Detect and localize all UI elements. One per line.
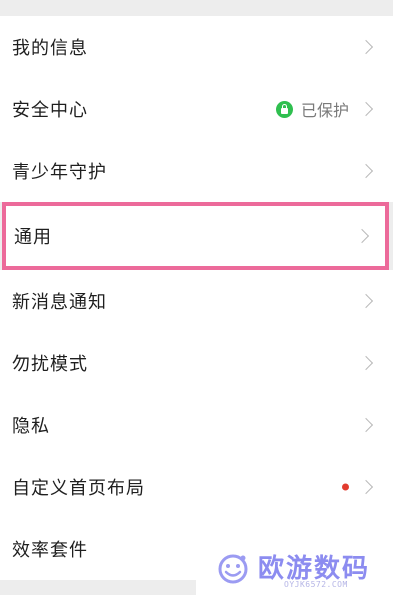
- chevron-right-icon: [358, 479, 374, 495]
- menu-item-custom-home-layout[interactable]: 自定义首页布局: [0, 456, 393, 518]
- chevron-right-icon: [354, 228, 370, 244]
- chevron-right-icon: [358, 417, 374, 433]
- menu-item-label: 勿扰模式: [12, 354, 88, 375]
- menu-item-label: 通用: [14, 227, 52, 248]
- chevron-right-icon: [358, 101, 374, 117]
- menu-item-do-not-disturb[interactable]: 勿扰模式: [0, 332, 393, 394]
- menu-item-my-info[interactable]: 我的信息: [0, 16, 393, 78]
- chevron-right-icon: [358, 39, 374, 55]
- watermark: 欧游数码 OYJK6572.COM: [196, 540, 393, 595]
- menu-item-label: 青少年守护: [12, 162, 107, 183]
- security-status-text: 已保护: [300, 101, 349, 120]
- menu-item-label: 安全中心: [12, 100, 88, 121]
- lock-icon: [275, 100, 293, 118]
- chevron-right-icon: [358, 355, 374, 371]
- chevron-right-icon: [358, 293, 374, 309]
- new-badge-dot: [342, 483, 349, 491]
- menu-item-label: 自定义首页布局: [12, 478, 145, 499]
- top-spacer: [0, 0, 393, 16]
- security-status: 已保护: [275, 97, 349, 121]
- menu-item-general[interactable]: 通用: [2, 202, 389, 270]
- watermark-subtitle: OYJK6572.COM: [284, 580, 348, 589]
- menu-item-label: 我的信息: [12, 38, 88, 59]
- menu-item-security-center[interactable]: 安全中心 已保护: [0, 78, 393, 140]
- watermark-logo-icon: [218, 554, 248, 584]
- menu-item-label: 效率套件: [12, 540, 88, 561]
- menu-item-label: 新消息通知: [12, 292, 107, 313]
- settings-menu: 我的信息 安全中心 已保护 青少年守护 通用 新消息通知 勿扰模式 隐私 自定义…: [0, 16, 393, 580]
- menu-item-privacy[interactable]: 隐私: [0, 394, 393, 456]
- menu-item-new-message-notification[interactable]: 新消息通知: [0, 270, 393, 332]
- chevron-right-icon: [358, 163, 374, 179]
- menu-item-youth-protection[interactable]: 青少年守护: [0, 140, 393, 202]
- menu-item-label: 隐私: [12, 416, 50, 437]
